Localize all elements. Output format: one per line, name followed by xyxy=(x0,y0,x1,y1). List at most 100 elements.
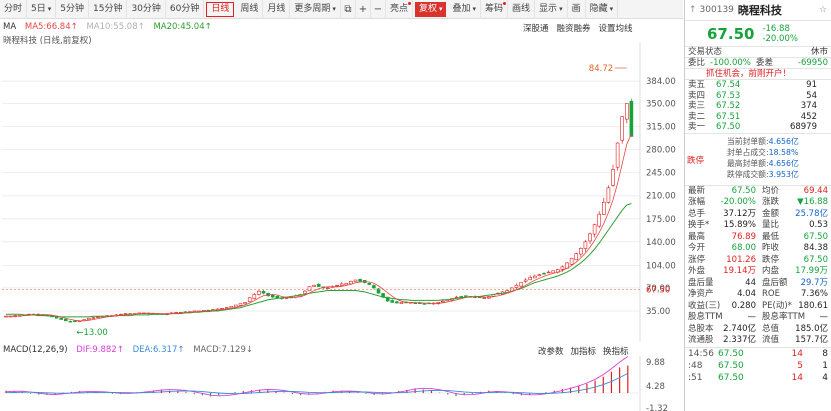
seal-key: 跌停成交额: xyxy=(727,169,769,179)
stat-value: -20.00% xyxy=(720,197,756,207)
period-tab-4[interactable]: 30分钟 xyxy=(127,0,166,19)
macd-legend: MACD(12,26,9) DIF:9.882↑ DEA:6.317↑ MACD… xyxy=(3,345,259,355)
tool-button-3[interactable]: 筹码 xyxy=(481,0,509,19)
chart-button-0[interactable]: 深股通 xyxy=(523,24,549,34)
kline-chart-area[interactable]: MA MA5:66.84↑ MA10:55.08↑ MA20:45.04↑ 晓程… xyxy=(0,20,683,411)
order-level-label: 卖五 xyxy=(688,80,706,90)
period-tab-9[interactable]: 更多周期 ▾ xyxy=(290,0,341,19)
tick-list[interactable]: 14:56 67.50 14 8:48 67.50 5 1:51 67.50 14 4 xyxy=(685,346,831,384)
limit-seal-info: 跌停 当前封单额:4.656亿 封单占成交:18.58% 最高封单额:4.656亿跌… xyxy=(685,132,831,185)
candle-body xyxy=(597,213,602,227)
promo-row[interactable]: 抓住机会，前刚开户！ xyxy=(685,68,831,79)
seal-line: 跌停成交额:3.953亿 xyxy=(727,169,799,180)
candle-body xyxy=(372,285,376,289)
ma-indicator-label: MA xyxy=(3,22,17,32)
stat-label: 金额 xyxy=(762,208,780,219)
candle-body xyxy=(560,266,565,270)
tool-button-0[interactable]: 亮点 xyxy=(386,0,413,19)
window-icon[interactable]: ⧉ xyxy=(341,0,356,19)
tool-button-1[interactable]: 复权 ▾ xyxy=(414,1,447,17)
candle-body xyxy=(592,224,597,235)
candle-body xyxy=(583,241,588,249)
tick-row[interactable]: 14:56 67.50 14 8 xyxy=(685,348,831,360)
stat-row: 收益(三) 0.280 PE(动)* 180.61 xyxy=(685,301,831,313)
seal-value: 18.58% xyxy=(768,147,799,157)
tool-button-7[interactable]: 隐藏 ▾ xyxy=(586,0,619,19)
candle-body xyxy=(257,290,261,295)
order-book-row[interactable]: 卖四 67.53 54 xyxy=(685,91,831,102)
order-level-label: 卖二 xyxy=(688,111,706,122)
period-tab-3[interactable]: 15分钟 xyxy=(89,0,128,19)
order-book-row[interactable]: 卖三 67.52 374 xyxy=(685,101,831,112)
chart-button-1[interactable]: 融资融券 xyxy=(557,24,591,34)
stat-label: 股息TTM xyxy=(688,312,723,322)
stat-value: 67.50 xyxy=(803,231,828,242)
period-tab-label: 60分钟 xyxy=(169,3,200,14)
open-account-link[interactable]: 抓住机会，前刚开户！ xyxy=(688,69,791,79)
tick-count: 4 xyxy=(822,372,828,383)
candle-body xyxy=(358,279,362,282)
zoom-in-icon[interactable]: + xyxy=(356,0,371,19)
period-tab-1[interactable]: 5日 ▾ xyxy=(27,0,57,19)
tool-button-6[interactable]: 画 xyxy=(568,0,586,19)
period-tab-8[interactable]: 月线 xyxy=(263,0,291,19)
stat-label: 总手 xyxy=(688,208,706,219)
seal-value: 4.656亿 xyxy=(768,136,799,146)
order-book-row[interactable]: 卖二 67.51 452 xyxy=(685,112,831,123)
stat-row: 今开 68.00 昨收 84.38 xyxy=(685,243,831,255)
period-tab-label: 周线 xyxy=(240,3,259,14)
weibi-label: 委比 xyxy=(688,58,706,68)
stat-label: ROE xyxy=(762,289,780,299)
candlestick-chart[interactable]: 384.00 350.00 315.00 280.00 245.00 210.00 175.… xyxy=(0,42,683,342)
candle-body xyxy=(551,270,556,274)
tick-time: :51 xyxy=(688,372,703,383)
seal-line: 最高封单额:4.656亿 xyxy=(727,158,799,169)
candle-body xyxy=(243,302,247,305)
ma-legend: MA MA5:66.84↑ MA10:55.08↑ MA20:45.04↑ xyxy=(3,22,218,32)
tick-row[interactable]: :48 67.50 5 1 xyxy=(685,360,831,372)
order-book-row[interactable]: 卖五 67.54 91 xyxy=(685,80,831,91)
seal-value: 4.656亿 xyxy=(768,158,799,168)
period-tab-label: 5日 xyxy=(31,3,46,14)
macd-name: MACD(12,26,9) xyxy=(3,345,68,355)
candle-body xyxy=(629,100,634,137)
macd-value: MACD:7.129↓ xyxy=(193,345,253,355)
low-label: ←13.00 xyxy=(76,328,107,338)
weibi-row: 委比 -100.00% 委差 -69950 xyxy=(685,57,831,68)
candle-body xyxy=(459,296,464,298)
tool-button-2[interactable]: 叠加 ▾ xyxy=(448,0,482,19)
tick-volume: 5 xyxy=(797,360,803,371)
stat-label: 量比 xyxy=(762,220,780,230)
period-tab-2[interactable]: 5分钟 xyxy=(56,0,89,19)
price-row: 67.50 -16.88 -20.00% xyxy=(685,20,831,46)
tick-row[interactable]: :51 67.50 14 4 xyxy=(685,372,831,384)
up-arrow-icon[interactable]: ↑ xyxy=(689,5,697,15)
candle-body xyxy=(284,297,289,299)
tick-volume: 14 xyxy=(791,372,803,383)
period-tab-6[interactable]: 日线 xyxy=(206,1,235,17)
tool-button-5[interactable]: 显示 ▾ xyxy=(535,0,568,19)
zoom-out-icon[interactable]: − xyxy=(371,0,386,19)
weibi-value: -100.00% xyxy=(710,58,751,68)
stat-value: 67.50 xyxy=(731,185,756,196)
stat-value: 0.53 xyxy=(809,220,828,230)
period-tab-0[interactable]: 分时 xyxy=(0,0,28,19)
y-tick-label: 350.00 xyxy=(646,100,676,110)
order-price: 67.54 xyxy=(716,80,741,90)
macd-chart[interactable]: 9.88 4.28 -1.32 xyxy=(0,356,683,411)
tool-button-4[interactable]: 画线 xyxy=(508,0,536,19)
macd-tick-label: 4.28 xyxy=(646,382,665,392)
stat-label: 最新 xyxy=(688,185,706,196)
chevron-down-icon: ▾ xyxy=(609,4,614,13)
period-tab-5[interactable]: 60分钟 xyxy=(166,0,205,19)
chart-button-2[interactable]: 设置均线 xyxy=(599,24,633,34)
stat-row: 净资产 4.04 ROE 7.36% xyxy=(685,289,831,301)
tool-button-label: 画线 xyxy=(512,3,531,14)
star-icon[interactable]: ☆ xyxy=(819,5,827,15)
order-book-row[interactable]: 卖一 67.50 68979 xyxy=(685,122,831,133)
stat-value: 17.99万 xyxy=(795,266,828,276)
period-tab-7[interactable]: 周线 xyxy=(236,0,264,19)
stat-value: 180.61 xyxy=(798,300,828,311)
candle-body xyxy=(59,317,63,320)
candle-body xyxy=(546,271,551,274)
